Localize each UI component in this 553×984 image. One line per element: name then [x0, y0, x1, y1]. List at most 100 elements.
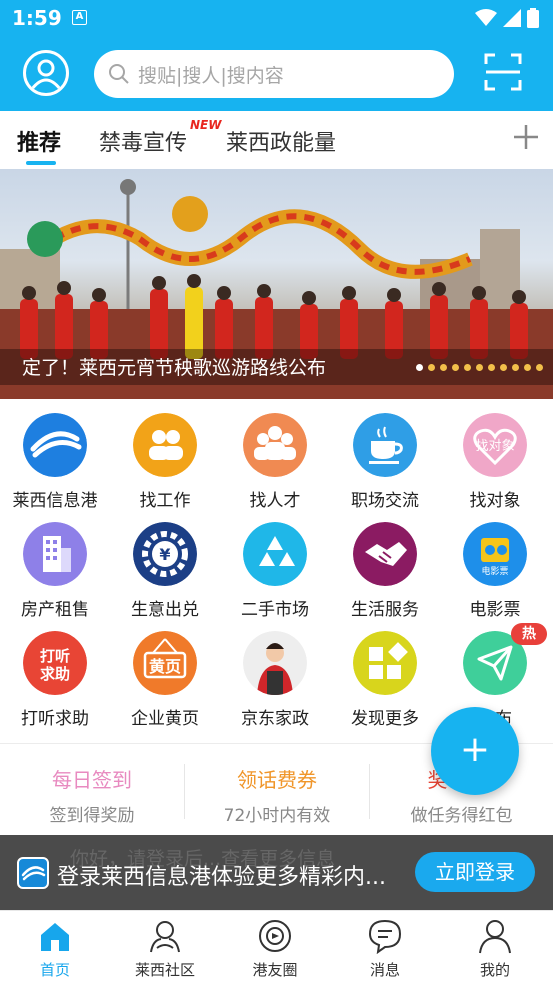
tab-recommend[interactable]: 推荐 — [17, 125, 61, 157]
grid-item-find-talent[interactable]: 找人才 — [220, 399, 330, 511]
promo-daily-checkin[interactable]: 每日签到 签到得奖励 — [0, 744, 184, 836]
add-tab-icon[interactable] — [512, 123, 540, 151]
community-icon — [150, 921, 180, 953]
feature-grid: 莱西信息港 找工作 找人才 职场交流 找对象 找对象 房产租售 ¥ 生意出兑 二… — [0, 399, 553, 743]
app-logo-icon — [17, 857, 49, 889]
grid-item-housekeeping[interactable]: 京东家政 — [220, 617, 330, 729]
nav-messages[interactable]: 消息 — [330, 911, 440, 984]
nav-label: 莱西社区 — [134, 961, 195, 979]
ask-help-icon: 打听 求助 — [23, 631, 87, 695]
grid-label: 打听求助 — [21, 709, 89, 729]
banner-dot — [500, 364, 507, 371]
nav-label: 消息 — [369, 961, 400, 979]
banner-dots — [416, 364, 543, 371]
banner-dot — [452, 364, 459, 371]
avatar-button[interactable] — [23, 50, 69, 96]
floating-add-button[interactable]: + — [431, 707, 519, 795]
film-ticket-icon: 电影票 — [463, 522, 527, 586]
grid-label: 企业黄页 — [131, 709, 199, 729]
promo-title: 每日签到 — [52, 768, 132, 792]
wifi-icon — [475, 9, 497, 26]
money-gear-icon: ¥ — [133, 522, 197, 586]
globe-logo-icon — [23, 413, 87, 477]
nav-label: 首页 — [39, 961, 70, 979]
svg-text:找对象: 找对象 — [475, 439, 514, 454]
heart-icon: 找对象 — [463, 413, 527, 477]
svg-text:打听: 打听 — [40, 647, 70, 665]
grid-item-second-hand[interactable]: 二手市场 — [220, 508, 330, 620]
banner-dot — [464, 364, 471, 371]
nav-profile[interactable]: 我的 — [440, 911, 550, 984]
login-button[interactable]: 立即登录 — [415, 852, 535, 892]
grid-item-movie-ticket[interactable]: 电影票 电影票 — [440, 508, 550, 620]
nav-label: 我的 — [479, 961, 510, 979]
tab-politics[interactable]: 莱西政能量 — [226, 125, 336, 157]
banner-caption: 定了！莱西元宵节秧歌巡游路线公布 — [22, 357, 327, 379]
banner-dot — [428, 364, 435, 371]
apps-grid-icon — [353, 631, 417, 695]
housekeeper-photo-icon — [243, 631, 307, 695]
tab-indicator — [26, 161, 56, 165]
grid-item-dating[interactable]: 找对象 找对象 — [440, 399, 550, 511]
recycle-icon — [243, 522, 307, 586]
grid-item-workplace[interactable]: 职场交流 — [330, 399, 440, 511]
message-icon — [368, 919, 402, 954]
profile-icon — [479, 920, 511, 954]
people-group-icon — [243, 413, 307, 477]
nav-label: 港友圈 — [252, 961, 298, 979]
notification-icon: A — [72, 10, 87, 25]
signal-icon — [503, 9, 521, 27]
promo-subtitle: 72小时内有效 — [223, 806, 331, 826]
app-root: 1:59 A 搜贴|搜人|搜内容 推荐 禁毒宣传 NEW 莱西政能量 定了！莱西… — [0, 0, 553, 984]
circle-icon — [259, 920, 291, 952]
nav-home[interactable]: 首页 — [0, 911, 110, 984]
promo-phone-coupon[interactable]: 领话费券 72小时内有效 — [185, 744, 369, 836]
banner-dot — [476, 364, 483, 371]
search-icon — [109, 64, 129, 84]
banner-dot — [524, 364, 531, 371]
grid-item-ask-help[interactable]: 打听 求助 打听求助 — [0, 617, 110, 729]
banner-carousel[interactable]: 定了！莱西元宵节秧歌巡游路线公布 — [0, 169, 553, 399]
grid-item-real-estate[interactable]: 房产租售 — [0, 508, 110, 620]
banner-dot — [488, 364, 495, 371]
grid-item-find-job[interactable]: 找工作 — [110, 399, 220, 511]
promo-title: 领话费券 — [237, 768, 317, 792]
grid-item-life-service[interactable]: 生活服务 — [330, 508, 440, 620]
scan-icon[interactable] — [484, 53, 522, 91]
hot-badge: 热 — [511, 623, 547, 645]
svg-text:¥: ¥ — [159, 545, 170, 564]
building-icon — [23, 522, 87, 586]
grid-item-business[interactable]: ¥ 生意出兑 — [110, 508, 220, 620]
new-badge: NEW — [190, 118, 222, 132]
nav-community[interactable]: 莱西社区 — [110, 911, 220, 984]
avatar-icon — [30, 59, 62, 90]
people-icon — [133, 413, 197, 477]
grid-label: 发现更多 — [351, 709, 419, 729]
svg-text:求助: 求助 — [40, 665, 70, 683]
status-icons — [475, 8, 539, 28]
grid-label: 京东家政 — [241, 709, 309, 729]
status-bar: 1:59 A — [0, 0, 553, 36]
banner-dot — [440, 364, 447, 371]
bottom-nav: 首页 莱西社区 港友圈 消息 我的 — [0, 910, 553, 984]
promo-subtitle: 做任务得红包 — [410, 806, 513, 826]
promo-subtitle: 签到得奖励 — [49, 806, 135, 826]
tab-anti-drug[interactable]: 禁毒宣传 — [99, 125, 187, 157]
battery-icon — [527, 8, 539, 28]
grid-item-yellow-pages[interactable]: 黄页 企业黄页 — [110, 617, 220, 729]
grid-item-info-port[interactable]: 莱西信息港 — [0, 399, 110, 511]
nav-friends-circle[interactable]: 港友圈 — [220, 911, 330, 984]
search-placeholder: 搜贴|搜人|搜内容 — [138, 64, 284, 87]
home-icon — [41, 923, 69, 951]
banner-dot — [536, 364, 543, 371]
login-prompt-bar[interactable]: 你好，请登录后...查看更多信息 登录莱西信息港体验更多精彩内... 立即登录 — [0, 835, 553, 910]
grid-item-discover-more[interactable]: 发现更多 — [330, 617, 440, 729]
search-input[interactable]: 搜贴|搜人|搜内容 — [94, 50, 454, 98]
coffee-cup-icon — [353, 413, 417, 477]
svg-text:电影票: 电影票 — [481, 565, 508, 577]
tab-bar: 推荐 禁毒宣传 NEW 莱西政能量 — [0, 111, 553, 169]
status-time: 1:59 — [12, 6, 62, 30]
banner-dot — [416, 364, 423, 371]
handshake-icon — [353, 522, 417, 586]
banner-dot — [512, 364, 519, 371]
